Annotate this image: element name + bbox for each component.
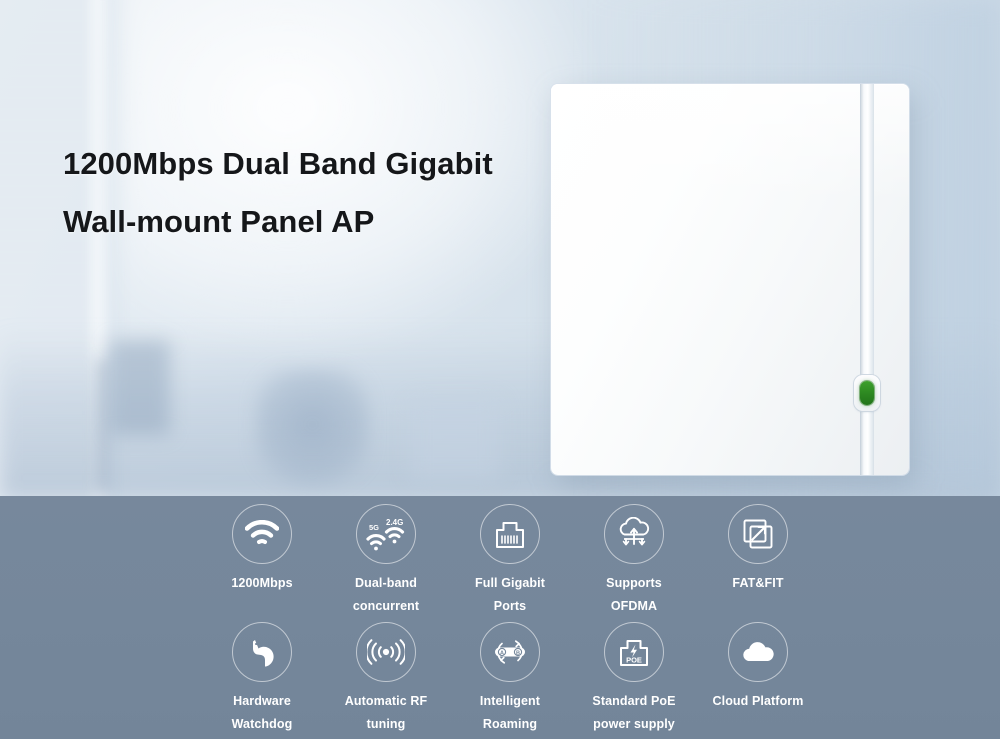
- feature-item-fat-fit: FAT&FIT: [696, 504, 820, 618]
- product-device: [551, 84, 915, 486]
- feature-item-watchdog: Hardware Watchdog: [200, 622, 324, 736]
- feature-item-gigabit-ports: Full Gigabit Ports: [448, 504, 572, 618]
- badge-b-text: B: [516, 651, 520, 657]
- background-object: [410, 400, 500, 480]
- feature-label: 1200Mbps: [231, 576, 293, 590]
- rf-tuning-waves-icon: [367, 638, 405, 666]
- feature-label: Dual-band concurrent: [352, 576, 420, 613]
- cloud-ofdma-icon: [615, 517, 653, 551]
- feature-icon-circle: [232, 622, 292, 682]
- feature-label: Automatic RF tuning: [344, 694, 428, 731]
- feature-icon-circle: [728, 504, 788, 564]
- feature-item-1200mbps: 1200Mbps: [200, 504, 324, 618]
- device-seam: [861, 84, 874, 475]
- feature-item-rf-tuning: Automatic RF tuning: [324, 622, 448, 736]
- feature-label: Intelligent Roaming: [479, 694, 541, 731]
- features-section: 1200Mbps 5G 2.4G Dual-band concurrent Fu…: [0, 496, 1000, 739]
- headline: 1200Mbps Dual Band Gigabit Wall-mount Pa…: [63, 135, 583, 251]
- badge-5g-text: 5G: [369, 523, 379, 532]
- feature-icon-circle: [604, 504, 664, 564]
- feature-label: Supports OFDMA: [606, 576, 662, 613]
- background-monitor: [110, 340, 170, 435]
- status-led-indicator: [860, 381, 874, 405]
- feature-item-cloud-platform: Cloud Platform: [696, 622, 820, 736]
- headline-line-2: Wall-mount Panel AP: [63, 204, 375, 239]
- fat-fit-switch-icon: [742, 518, 774, 550]
- background-monitor-stand: [98, 360, 108, 490]
- roaming-ab-icon: A B: [490, 635, 530, 669]
- hero-section: 1200Mbps Dual Band Gigabit Wall-mount Pa…: [0, 0, 1000, 496]
- feature-icon-circle: [728, 622, 788, 682]
- dual-band-wifi-icon: 5G 2.4G: [364, 516, 408, 552]
- badge-a-text: A: [500, 651, 504, 657]
- device-gloss: [551, 84, 909, 204]
- badge-24g-text: 2.4G: [386, 518, 403, 527]
- features-grid: 1200Mbps 5G 2.4G Dual-band concurrent Fu…: [200, 504, 820, 736]
- feature-item-poe: POE Standard PoE power supply: [572, 622, 696, 736]
- feature-icon-circle: [356, 622, 416, 682]
- feature-label: Full Gigabit Ports: [475, 576, 545, 613]
- feature-item-roaming: A B Intelligent Roaming: [448, 622, 572, 736]
- headline-line-1: 1200Mbps Dual Band Gigabit: [63, 146, 493, 181]
- feature-icon-circle: POE: [604, 622, 664, 682]
- feature-icon-circle: 5G 2.4G: [356, 504, 416, 564]
- feature-item-ofdma: Supports OFDMA: [572, 504, 696, 618]
- watchdog-dog-icon: [245, 636, 279, 668]
- cloud-platform-icon: [739, 638, 777, 666]
- feature-label: Hardware Watchdog: [231, 694, 293, 731]
- feature-icon-circle: [232, 504, 292, 564]
- feature-item-dual-band: 5G 2.4G Dual-band concurrent: [324, 504, 448, 618]
- device-body: [551, 84, 909, 475]
- feature-icon-circle: A B: [480, 622, 540, 682]
- rj45-port-icon: [493, 518, 527, 550]
- badge-poe-text: POE: [626, 656, 642, 665]
- wifi-signal-icon: [245, 520, 279, 548]
- feature-label: Standard PoE power supply: [592, 694, 676, 731]
- background-chair: [255, 368, 370, 493]
- product-banner: 1200Mbps Dual Band Gigabit Wall-mount Pa…: [0, 0, 1000, 739]
- feature-label: FAT&FIT: [732, 576, 784, 590]
- poe-power-icon: POE: [617, 636, 651, 668]
- feature-icon-circle: [480, 504, 540, 564]
- feature-label: Cloud Platform: [712, 694, 804, 708]
